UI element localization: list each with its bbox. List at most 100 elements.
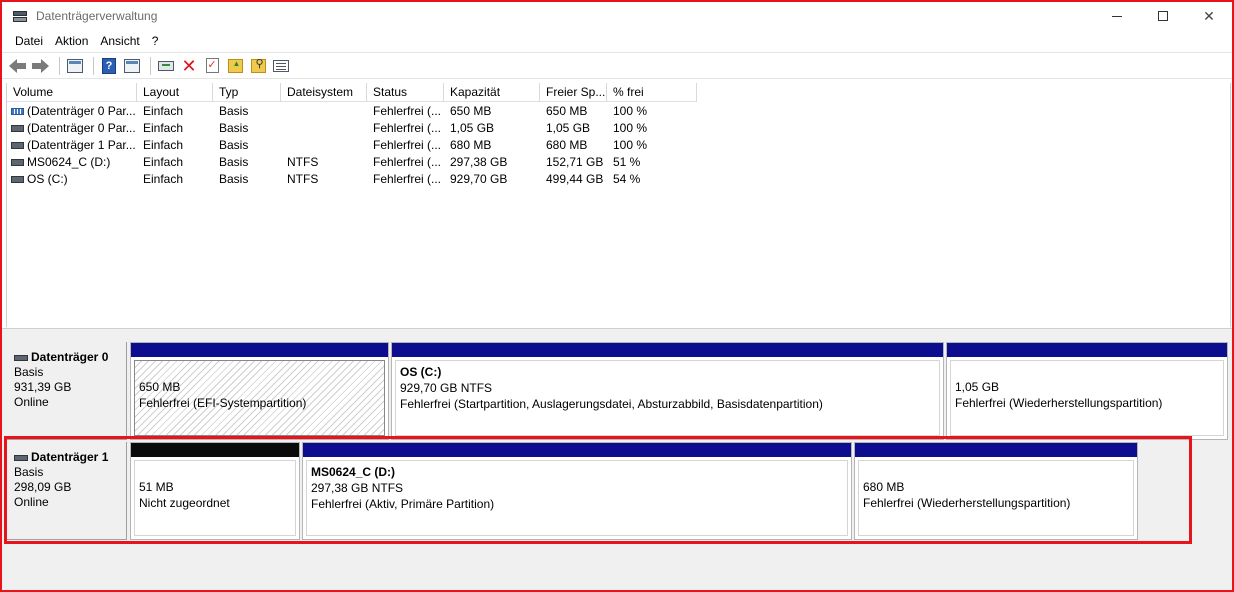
table-cell-frei: 680 MB	[546, 138, 588, 152]
menu-datei[interactable]: Datei	[9, 31, 49, 51]
forward-arrow-icon	[32, 58, 49, 73]
table-cell-prozent: 51 %	[613, 155, 641, 169]
table-row[interactable]: MS0624_C (D:) Einfach Basis NTFS Fehlerfrei …	[7, 154, 697, 171]
column-header-status[interactable]: Status	[367, 83, 444, 102]
column-header-layout[interactable]: Layout	[137, 83, 213, 102]
table-cell-kapazitaet: 1,05 GB	[450, 121, 495, 135]
partition-unallocated[interactable]: 51 MB Nicht zugeordnet	[130, 442, 300, 540]
column-header-dateisystem[interactable]: Dateisystem	[281, 83, 367, 102]
list-view-button[interactable]	[271, 56, 291, 76]
maximize-icon	[1158, 11, 1168, 21]
column-header-kapazitaet[interactable]: Kapazität	[444, 83, 540, 102]
properties-icon	[124, 58, 140, 73]
table-cell-volume: OS (C:)	[7, 171, 137, 188]
folder-up-button[interactable]	[225, 56, 245, 76]
disk-drive-icon	[14, 354, 28, 361]
delete-button[interactable]: ✕	[179, 56, 199, 76]
partition-ms0624-d[interactable]: MS0624_C (D:) 297,38 GB NTFS Fehlerfrei …	[302, 442, 852, 540]
table-cell-typ: Basis	[219, 121, 249, 135]
table-cell-prozent: 54 %	[613, 172, 641, 186]
partition-size: 650 MB	[139, 380, 181, 394]
table-row[interactable]: (Datenträger 1 Par... Einfach Basis Fehlerf…	[7, 137, 697, 154]
partition-recovery-disk0[interactable]: 1,05 GB Fehlerfrei (Wiederherstellungspa…	[946, 342, 1228, 440]
partition-bar	[947, 343, 1227, 357]
volume-drive-icon	[11, 159, 24, 166]
help-button[interactable]: ?	[99, 56, 119, 76]
disk-size: 931,39 GB	[14, 380, 72, 394]
volume-name: (Datenträger 0 Par...	[27, 104, 136, 118]
table-cell-status: Fehlerfrei (...	[373, 138, 442, 152]
folder-search-icon	[250, 57, 266, 73]
check-icon: ✓	[205, 58, 219, 73]
partition-status: Fehlerfrei (EFI-Systempartition)	[139, 396, 307, 410]
table-row[interactable]: (Datenträger 0 Par... Einfach Basis Fehlerf…	[7, 120, 697, 137]
partition-status: Fehlerfrei (Wiederherstellungspartition)	[863, 496, 1071, 510]
volume-name: (Datenträger 0 Par...	[27, 121, 136, 135]
check-button[interactable]: ✓	[202, 56, 222, 76]
toolbar-separator	[93, 56, 94, 75]
partition-status: Nicht zugeordnet	[139, 496, 230, 510]
table-cell-frei: 650 MB	[546, 104, 588, 118]
table-row[interactable]: OS (C:) Einfach Basis NTFS Fehlerfrei (... 92…	[7, 171, 697, 188]
table-cell-prozent: 100 %	[613, 121, 648, 135]
partition-os-c[interactable]: OS (C:) 929,70 GB NTFS Fehlerfrei (Start…	[391, 342, 944, 440]
table-cell-layout: Einfach	[143, 172, 184, 186]
toolbar-separator	[150, 56, 151, 75]
table-cell-status: Fehlerfrei (...	[373, 155, 442, 169]
close-icon: ✕	[1203, 7, 1215, 24]
console-tree-button[interactable]	[65, 56, 85, 76]
back-button[interactable]	[8, 56, 28, 76]
connect-button[interactable]	[156, 56, 176, 76]
folder-up-icon	[227, 58, 243, 73]
menu-aktion[interactable]: Aktion	[49, 31, 94, 51]
column-header-typ[interactable]: Typ	[213, 83, 281, 102]
table-cell-status: Fehlerfrei (...	[373, 172, 442, 186]
disk-label[interactable]: Datenträger 1 Basis 298,09 GB Online	[4, 442, 127, 540]
list-view-icon	[273, 59, 289, 72]
folder-search-button[interactable]	[248, 56, 268, 76]
help-icon: ?	[102, 57, 116, 74]
toolbar: ? ✕ ✓	[2, 52, 1232, 79]
partition-size: 51 MB	[139, 480, 174, 494]
table-cell-dateisystem: NTFS	[287, 155, 319, 169]
column-header-prozent-frei[interactable]: % frei	[607, 83, 697, 102]
table-cell-volume: (Datenträger 0 Par...	[7, 120, 137, 137]
table-cell-frei: 152,71 GB	[546, 155, 604, 169]
maximize-button[interactable]	[1140, 2, 1186, 30]
volume-drive-icon	[11, 142, 24, 149]
disk-type: Basis	[14, 465, 44, 479]
toolbar-separator	[59, 56, 60, 75]
properties-button[interactable]	[122, 56, 142, 76]
partition-efi[interactable]: 650 MB Fehlerfrei (EFI-Systempartition)	[130, 342, 389, 440]
column-header-volume[interactable]: Volume	[7, 83, 137, 102]
menu-ansicht[interactable]: Ansicht	[94, 31, 145, 51]
close-button[interactable]: ✕	[1186, 2, 1232, 30]
disk-state: Online	[14, 495, 49, 509]
table-cell-kapazitaet: 297,38 GB	[450, 155, 508, 169]
volume-list[interactable]: Volume Layout Typ Dateisystem Status Kap…	[6, 83, 1231, 327]
column-header-freier-speicher[interactable]: Freier Sp...	[540, 83, 607, 102]
window-title: Datenträgerverwaltung	[36, 9, 158, 23]
table-row[interactable]: (Datenträger 0 Par... Einfach Basis Fehlerf…	[7, 103, 697, 120]
disk-size: 298,09 GB	[14, 480, 72, 494]
partition-size: 1,05 GB	[955, 380, 1000, 394]
partition-size: 929,70 GB NTFS	[400, 381, 493, 395]
partition-size: 680 MB	[863, 480, 905, 494]
forward-button[interactable]	[31, 56, 51, 76]
table-cell-dateisystem: NTFS	[287, 172, 319, 186]
partition-recovery-disk1[interactable]: 680 MB Fehlerfrei (Wiederherstellungspar…	[854, 442, 1138, 540]
volume-drive-icon	[11, 108, 24, 115]
delete-icon: ✕	[181, 55, 197, 76]
disk-state: Online	[14, 395, 49, 409]
partition-bar	[303, 443, 851, 457]
table-cell-frei: 1,05 GB	[546, 121, 591, 135]
window-controls: ✕	[1094, 2, 1232, 30]
menu-help[interactable]: ?	[146, 31, 165, 51]
menu-bar: Datei Aktion Ansicht ?	[2, 31, 1232, 51]
connect-icon	[158, 60, 174, 71]
partition-bar	[131, 343, 388, 357]
minimize-button[interactable]	[1094, 2, 1140, 30]
disk-row: Datenträger 1 Basis 298,09 GB Online 51 …	[4, 442, 1144, 540]
disk-label[interactable]: Datenträger 0 Basis 931,39 GB Online	[4, 342, 127, 440]
table-cell-volume: MS0624_C (D:)	[7, 154, 137, 171]
